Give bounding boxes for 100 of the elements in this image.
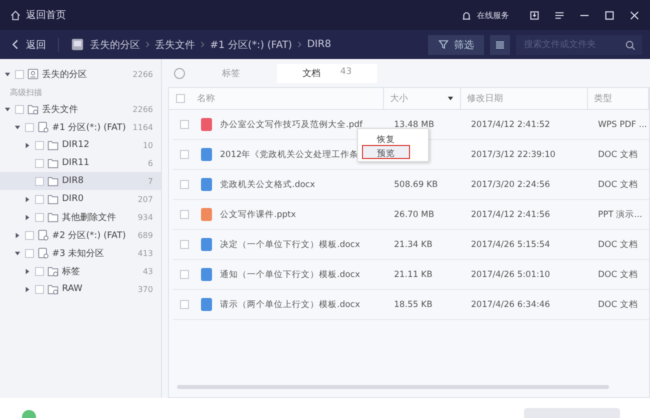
status-icon (22, 410, 36, 418)
file-type: WPS PDF ... (598, 120, 647, 130)
menu-icon[interactable] (554, 10, 565, 20)
tree-item[interactable]: 其他删除文件 934 (0, 208, 161, 226)
tab[interactable]: 文档 43 (277, 64, 377, 82)
checkbox[interactable] (180, 270, 188, 279)
tree-item[interactable]: DIR0 207 (0, 190, 161, 208)
checkbox[interactable] (15, 70, 24, 78)
triangle-right-icon[interactable] (24, 286, 31, 292)
item-count: 413 (138, 248, 153, 258)
item-count: 2266 (132, 104, 153, 114)
file-name: 党政机关公文格式.docx (220, 178, 316, 190)
file-size: 26.70 MB (394, 210, 434, 220)
item-count: 207 (138, 194, 153, 204)
checkbox[interactable] (25, 230, 34, 240)
triangle-down-icon[interactable] (14, 124, 21, 130)
checkbox[interactable] (25, 122, 34, 132)
close-icon[interactable] (629, 10, 640, 20)
item-count: 1164 (132, 122, 153, 132)
checkbox[interactable] (180, 210, 188, 219)
triangle-down-icon[interactable] (4, 70, 11, 78)
tree-item[interactable]: DIR12 10 (0, 136, 161, 154)
online-service-link[interactable]: 在线服务 (461, 10, 509, 20)
chevron-right-icon (200, 41, 205, 48)
tree-item[interactable]: DIR11 6 (0, 154, 161, 172)
triangle-down-icon[interactable] (14, 250, 21, 256)
tree-item[interactable]: #3 未知分区 413 (0, 244, 161, 262)
triangle-right-icon[interactable] (24, 214, 31, 220)
chevron-right-icon (145, 41, 150, 48)
tree-item[interactable]: 丢失的分区 2266 (0, 65, 161, 83)
checkbox[interactable] (180, 240, 188, 249)
tree-label: DIR0 (62, 194, 85, 204)
item-count: 2266 (132, 70, 153, 78)
menu-item[interactable]: 恢复 (362, 131, 424, 145)
file-name: 2012年《党政机关公文处理工作条 (220, 148, 359, 160)
checkbox[interactable] (25, 248, 34, 258)
checkbox[interactable] (35, 194, 44, 204)
file-type: DOC 文档 (598, 148, 638, 160)
file-size: 13.48 MB (394, 120, 434, 130)
tab-count: 43 (340, 66, 352, 78)
section-label: 高级扫描 (9, 87, 43, 99)
tree-item[interactable]: 标签 43 (0, 262, 161, 280)
menu-item[interactable]: 预览 (362, 145, 410, 159)
filter-icon (438, 39, 449, 50)
tree-item[interactable]: DIR8 7 (0, 172, 161, 190)
home-link[interactable]: 返回首页 (10, 8, 66, 22)
breadcrumb-link[interactable]: DIR8 (307, 39, 332, 50)
maximize-icon[interactable] (604, 10, 615, 20)
checkbox[interactable] (35, 176, 44, 186)
checkbox[interactable] (35, 266, 44, 276)
file-type: DOC 文档 (598, 298, 638, 310)
triangle-right-icon[interactable] (14, 232, 21, 238)
back-link[interactable]: 返回 (10, 38, 46, 52)
file-type: DOC 文档 (598, 178, 638, 190)
home-icon (10, 10, 21, 20)
modified-date: 2017/3/12 22:39:10 (471, 150, 556, 160)
checkbox[interactable] (35, 212, 44, 222)
file-size: 21.11 KB (394, 270, 432, 280)
item-count: 370 (138, 284, 153, 294)
filter-button[interactable]: 筛选 (428, 34, 484, 54)
triangle-down-icon[interactable] (4, 106, 11, 112)
modified-date: 2017/4/12 2:41:52 (471, 120, 550, 130)
checkbox[interactable] (35, 284, 44, 294)
file-name: 通知（一个单位下行文）模板.docx (220, 268, 360, 280)
triangle-right-icon[interactable] (24, 196, 31, 202)
tree-label: #3 未知分区 (52, 248, 106, 260)
help-icon[interactable] (174, 68, 185, 78)
tree-label: 丢失文件 (42, 104, 79, 116)
modified-date: 2017/4/26 6:34:46 (471, 300, 550, 310)
tree-item[interactable]: 丢失文件 2266 (0, 100, 161, 118)
tree-item[interactable]: #2 分区(*:) (FAT) 689 (0, 226, 161, 244)
tree-label: DIR8 (62, 176, 85, 186)
checkbox[interactable] (180, 180, 188, 189)
tree-label: 标签 (62, 266, 81, 278)
tree-item[interactable]: RAW 370 (0, 280, 161, 298)
checkbox[interactable] (35, 140, 44, 150)
checkbox[interactable] (15, 104, 24, 114)
checkbox[interactable] (180, 120, 188, 129)
tree-item[interactable]: #1 分区(*:) (FAT) 1164 (0, 118, 161, 136)
tree-label: #1 分区(*:) (FAT) (52, 122, 127, 134)
item-count: 7 (148, 176, 153, 186)
file-size: 21.34 KB (394, 240, 432, 250)
tree-label: #2 分区(*:) (FAT) (52, 230, 127, 242)
checkbox[interactable] (180, 300, 188, 309)
item-count: 43 (142, 266, 153, 276)
checkbox[interactable] (35, 158, 44, 168)
breadcrumb-link[interactable]: #1 分区(*:) (FAT) (210, 38, 292, 52)
item-count: 934 (138, 212, 153, 222)
select-all-checkbox[interactable] (176, 94, 184, 103)
breadcrumb-link[interactable]: 丢失文件 (155, 38, 195, 52)
triangle-right-icon[interactable] (24, 142, 31, 148)
tree-label: DIR11 (62, 158, 90, 168)
modified-date: 2017/4/26 5:01:10 (471, 270, 550, 280)
modified-date: 2017/4/26 5:15:54 (471, 240, 550, 250)
breadcrumb-link[interactable]: 丢失的分区 (90, 38, 140, 52)
list-view-button[interactable] (490, 34, 510, 54)
item-count: 689 (138, 230, 153, 240)
file-name: 请示（两个单位上行文）模板.docx (220, 298, 360, 310)
checkbox[interactable] (180, 150, 188, 159)
triangle-right-icon[interactable] (24, 268, 31, 274)
